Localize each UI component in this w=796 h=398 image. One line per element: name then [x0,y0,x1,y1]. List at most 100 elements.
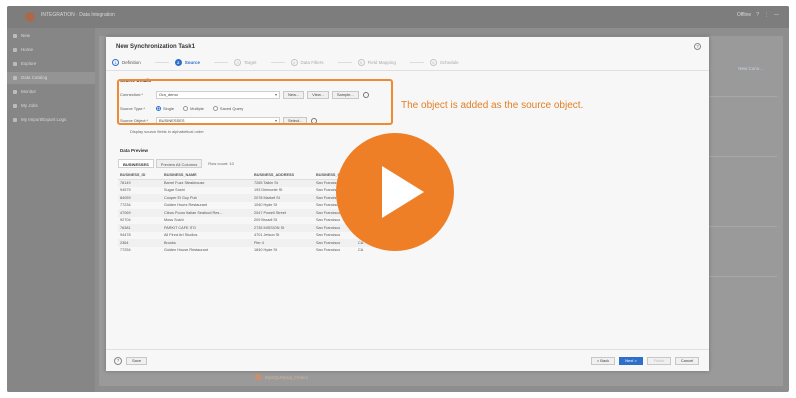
topbar-item[interactable]: ? [756,12,759,18]
sidebar-item-label: My Jobs [21,103,38,108]
sidebar-item-icon [13,62,17,66]
step-connector [409,62,424,63]
table-cell: Brooks [162,239,252,247]
table-cell: 1040 Hyde St [254,203,278,208]
sidebar-item-label: My Import/Export Logs [21,117,67,122]
table-cell: 77254 [120,248,131,253]
source-details-highlight [117,79,393,125]
help-icon[interactable]: ? [114,357,122,365]
table-cell: 1840 Hyde St [254,248,278,253]
app-title: INTEGRATION · Data Integration [41,12,115,18]
table-cell: 2364 [118,239,162,247]
table-cell: Sugar Sushi [164,188,185,193]
sidebar-item[interactable]: My Jobs [7,100,95,112]
step-label: Target [244,60,257,65]
step-label: Data Filters [300,60,324,65]
wizard-step[interactable]: 4 Data Filters [290,59,324,66]
step-number: 5 [357,59,365,66]
play-button[interactable] [336,133,454,251]
sidebar-item[interactable]: Data Catalog [7,72,95,84]
table-cell: Golden Hours Restaurant [164,203,208,208]
alphabetical-order-checkbox-label[interactable]: Display source fields in alphabetical or… [130,129,204,134]
background-footer-label: MySQLMysql_Orders [265,374,309,380]
table-cell: 84059 [118,194,162,202]
wizard-step[interactable]: 5 Field Mapping [357,59,396,66]
background-footer-item[interactable]: MySQLMysql_Orders [255,374,308,380]
save-button[interactable]: Save [126,357,148,365]
table-cell: PARKIT CAFE ITG [162,224,252,232]
table-cell: 77234 [120,203,131,208]
footer-buttons: < Back Next > Finish Cancel [591,357,699,365]
sidebar-item-icon [13,34,17,38]
data-preview-label: Data Preview [120,148,149,153]
step-number: 2 [174,59,182,66]
step-number: 6 [429,59,437,66]
step-connector [270,62,285,63]
table-cell: 76381 [118,224,162,232]
step-connector [337,62,352,63]
table-icon [255,374,261,380]
table-cell: Moss Sushi [164,218,184,223]
column-header[interactable]: BUSINESS_ADDRESS [252,171,314,180]
column-header[interactable]: BUSINESS_NAME [162,171,252,180]
table-cell: Cooper El Guy Pub [162,194,252,202]
sidebar-item-label: Home [21,47,34,52]
footer-button[interactable]: Next > [619,357,643,365]
footer-button[interactable]: Finish [647,357,671,365]
wizard-step[interactable]: 6 Schedule [429,59,459,66]
footer-button[interactable]: Cancel [675,357,699,365]
topbar-item[interactable]: — [774,12,779,18]
step-number: 1 [112,59,119,66]
topbar-item[interactable]: Offline [737,12,751,18]
table-cell: 94478 [120,233,131,238]
divider [697,156,777,157]
table-cell: Pier 4 [252,239,314,247]
divider [697,226,777,227]
sidebar: New Home Explore Data Catalog Monitor My Jobs… [7,28,95,392]
step-label: Schedule [439,60,459,65]
table-cell: 209 Broadl St [254,218,278,223]
table-cell: 2735 MISSION St [252,224,314,232]
sidebar-item[interactable]: Home [7,44,95,56]
sidebar-item[interactable]: New [7,30,95,42]
step-label: Source [184,60,201,65]
footer-button[interactable]: < Back [591,357,615,365]
wizard-step[interactable]: 1 Definition [112,59,141,66]
app-topbar: INTEGRATION · Data Integration Offline? ⋮… [7,6,789,28]
wizard-step[interactable]: 3 Target [234,59,257,66]
table-cell: 4701 Jetson St [254,233,280,238]
sidebar-item[interactable]: My Import/Export Logs [7,114,95,126]
topbar-item[interactable]: ⋮ [764,12,769,18]
new-connection-link[interactable]: New Conn... [738,66,763,71]
dialog-footer: ? Save < Back Next > Finish Cancel [106,349,709,371]
table-cell: Citrus Pouro Italian Seafood Res... [162,209,252,217]
sidebar-item-icon [13,76,17,80]
topbar-right-items: Offline? ⋮ — [737,12,779,18]
table-cell: 92704 [120,218,131,223]
step-connector [154,62,169,63]
sidebar-item[interactable]: Explore [7,58,95,70]
step-label: Field Mapping [367,60,396,65]
table-cell: 2078 Market St [252,194,314,202]
dialog-title: New Synchronization Task1 [116,44,195,50]
sidebar-item-icon [13,104,17,108]
wizard-steps: 1 Definition 2 Source 3 Target 4 Data Filters 5 F… [106,55,709,71]
column-header[interactable]: BUSINESS_ID [118,171,162,180]
sidebar-item-icon [13,48,17,52]
tab-preview-all-columns[interactable]: Preview All Columns [155,159,203,168]
sidebar-item-label: New [21,33,31,38]
help-icon[interactable]: ? [694,43,701,50]
step-number: 4 [290,59,298,66]
play-icon [382,166,424,218]
step-label: Definition [122,60,141,65]
sidebar-item[interactable]: Monitor [7,86,95,98]
preview-tabs: BUSINESSES Preview All Columns Row count… [118,159,234,168]
tab-businesses[interactable]: BUSINESSES [118,159,154,168]
sidebar-item-label: Data Catalog [21,75,48,80]
row-count: Row count: 10 [208,161,234,166]
app-logo-icon [25,12,35,22]
table-cell: Barrel Fuzz Steakhouse [162,179,252,187]
table-cell: 193 Delmonte St [254,188,283,193]
table-cell: 7265 Talkin St [252,179,314,187]
wizard-step[interactable]: 2 Source [174,59,201,66]
